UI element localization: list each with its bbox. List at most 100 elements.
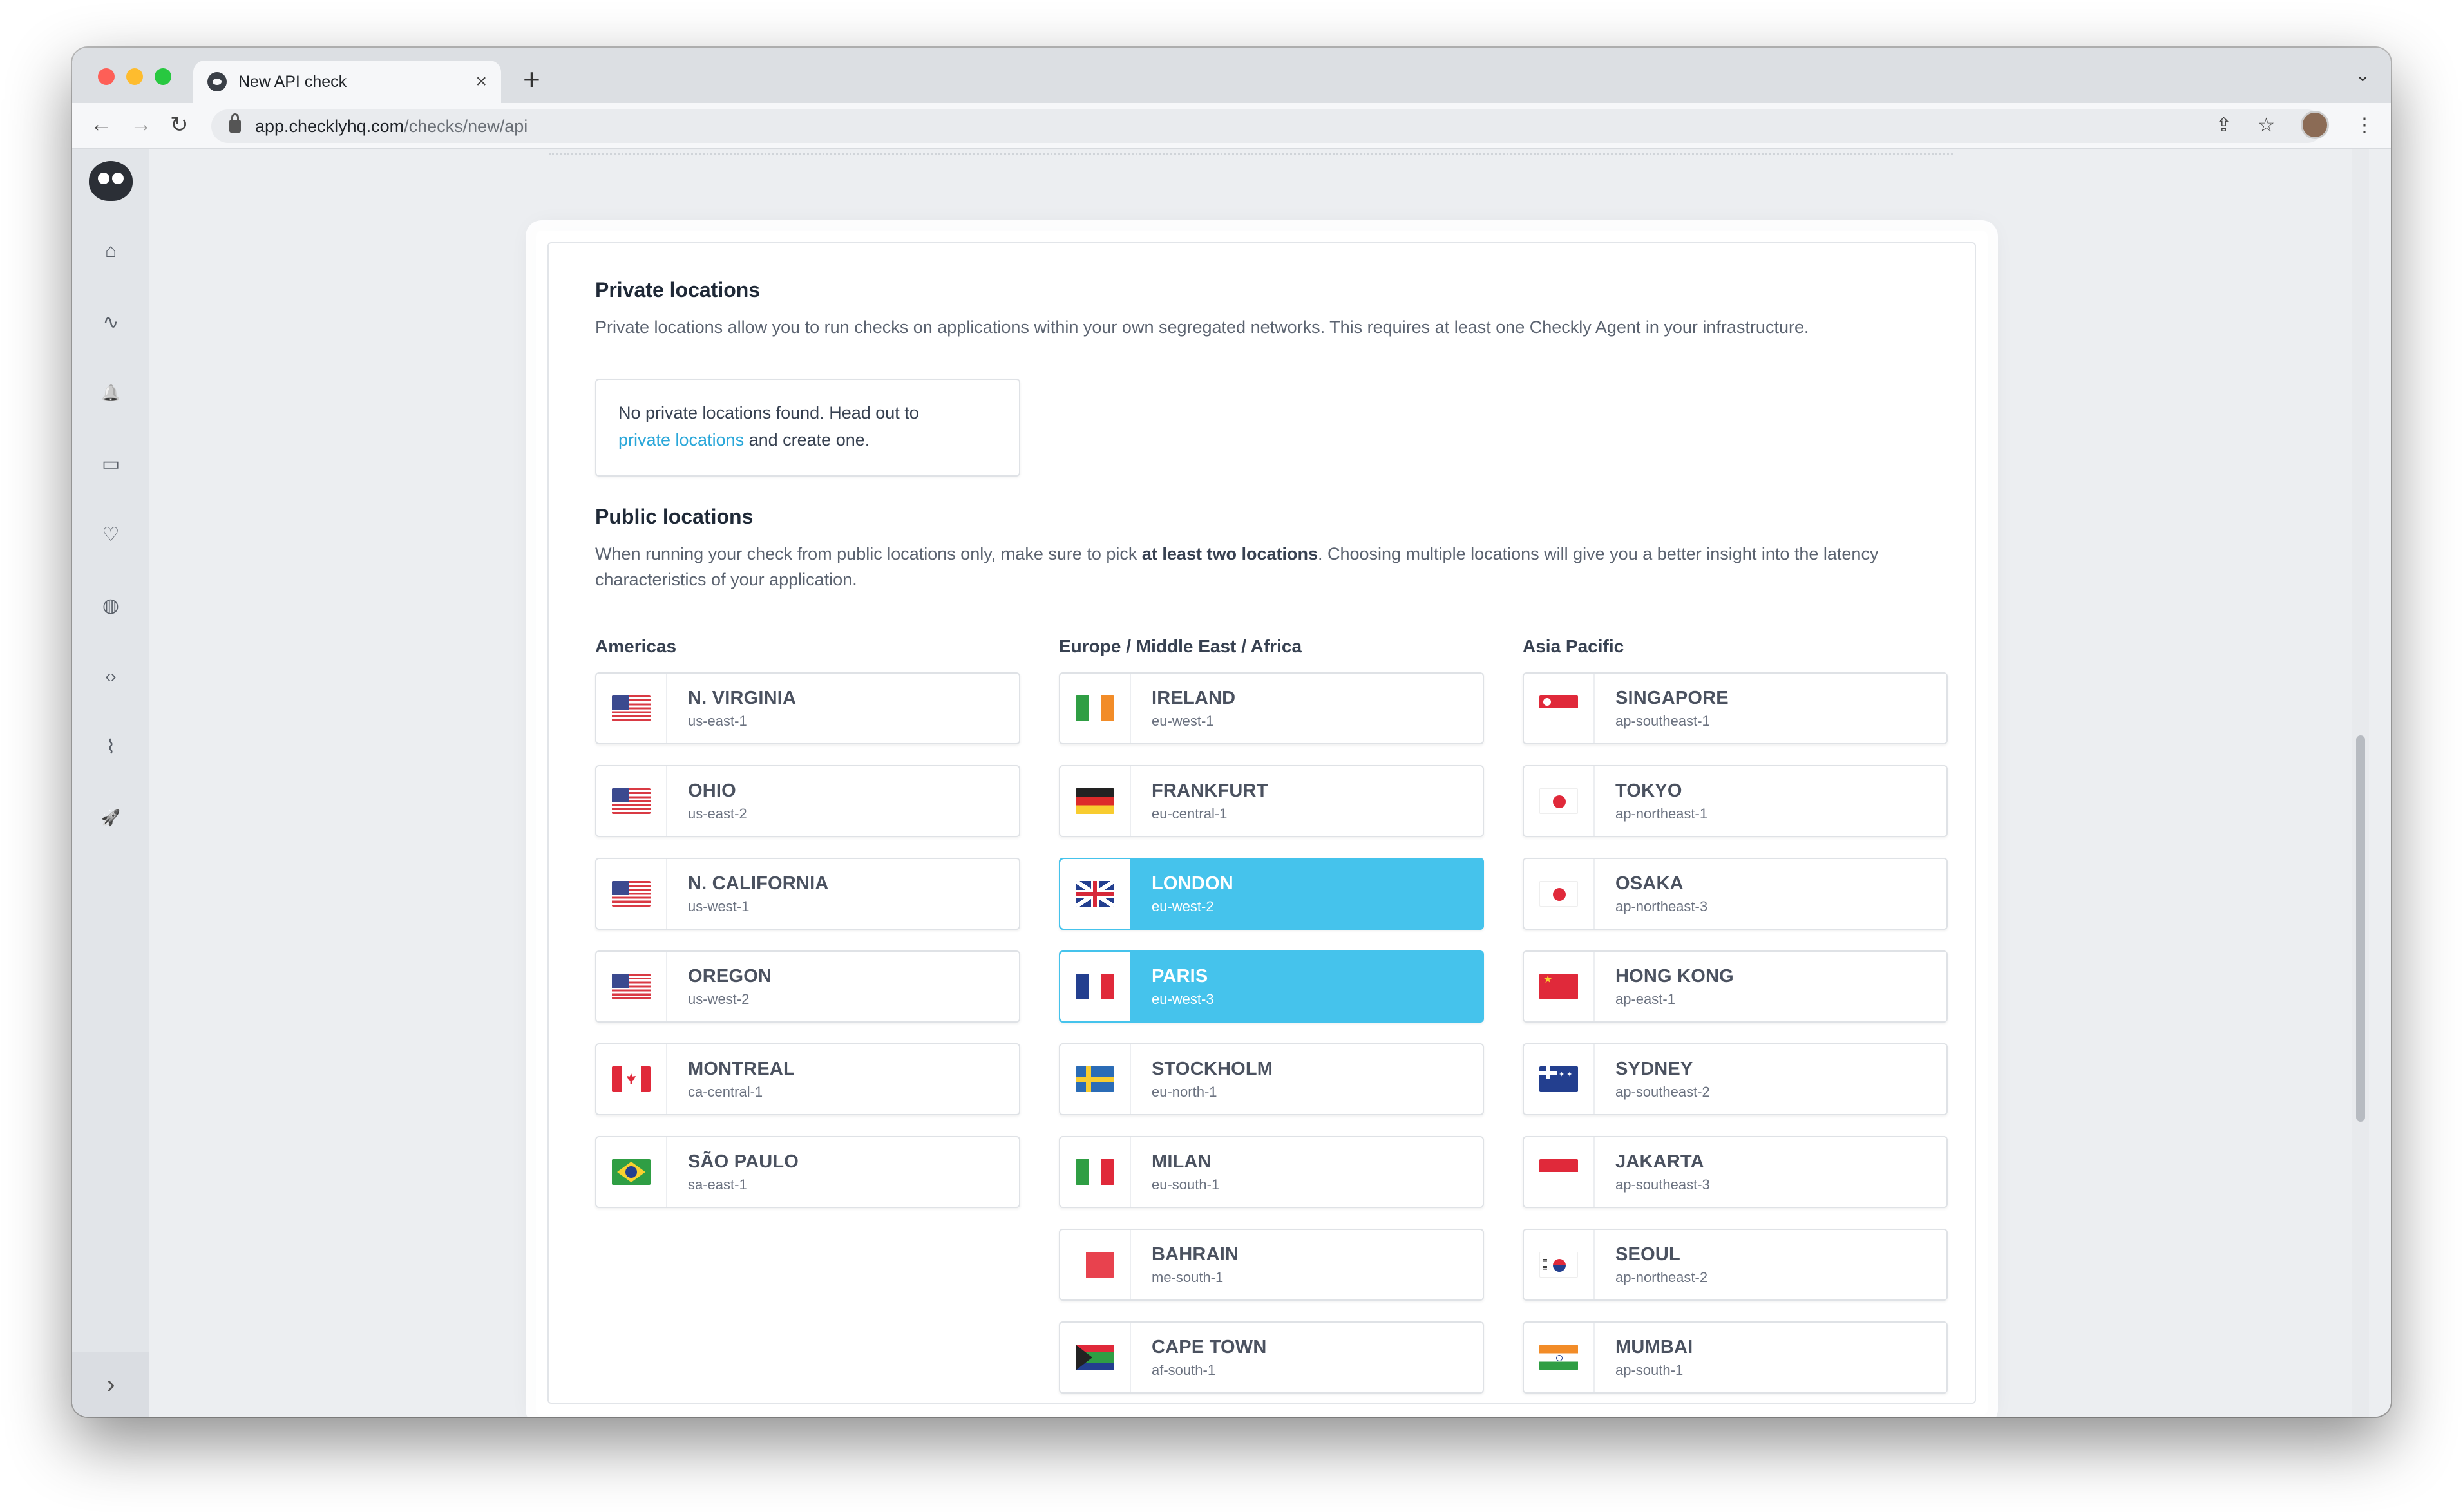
window-controls <box>98 68 171 85</box>
location-card-ap-south-1[interactable]: MUMBAI ap-south-1 <box>1523 1321 1948 1394</box>
flag-cell <box>1060 1323 1131 1392</box>
flag-de-icon <box>1076 788 1114 814</box>
location-name: CAPE TOWN <box>1152 1336 1267 1357</box>
location-text: MONTREAL ca-central-1 <box>667 1044 795 1114</box>
maximize-window-button[interactable] <box>155 68 171 85</box>
location-card-ap-east-1[interactable]: HONG KONG ap-east-1 <box>1523 950 1948 1023</box>
location-name: SYDNEY <box>1615 1058 1693 1079</box>
location-card-us-west-2[interactable]: OREGON us-west-2 <box>595 950 1020 1023</box>
minimize-window-button[interactable] <box>126 68 143 85</box>
location-card-us-east-1[interactable]: N. VIRGINIA us-east-1 <box>595 672 1020 744</box>
close-window-button[interactable] <box>98 68 115 85</box>
lock-icon <box>229 113 241 133</box>
address-bar[interactable]: app.checklyhq.com /checks/new/api <box>211 109 2324 143</box>
location-code: ap-southeast-1 <box>1615 712 1710 729</box>
location-card-ap-southeast-3[interactable]: JAKARTA ap-southeast-3 <box>1523 1136 1948 1208</box>
region-title-apac: Asia Pacific <box>1523 636 1624 656</box>
flag-cell <box>1524 1323 1595 1392</box>
forward-icon[interactable]: → <box>130 112 152 137</box>
location-text: SYDNEY ap-southeast-2 <box>1595 1044 1710 1114</box>
location-text: TOKYO ap-northeast-1 <box>1595 766 1707 836</box>
location-card-me-south-1[interactable]: BAHRAIN me-south-1 <box>1059 1229 1484 1301</box>
flag-au-icon <box>1539 1066 1578 1092</box>
location-card-eu-north-1[interactable]: STOCKHOLM eu-north-1 <box>1059 1043 1484 1115</box>
flag-ca-icon <box>612 1066 651 1092</box>
back-icon[interactable]: ← <box>90 112 112 137</box>
share-icon[interactable]: ⇪ <box>2216 114 2232 137</box>
location-text: OHIO us-east-2 <box>667 766 747 836</box>
location-code: eu-west-2 <box>1152 898 1214 914</box>
location-name: OSAKA <box>1615 873 1684 894</box>
location-text: SÃO PAULO sa-east-1 <box>667 1137 799 1207</box>
location-code: me-south-1 <box>1152 1269 1224 1285</box>
sidebar: ⌂ ∿ 🔔 ▭ ♡ ◍ ‹› ⌇ 🚀 › <box>72 149 149 1417</box>
divider <box>549 153 1953 155</box>
location-card-eu-south-1[interactable]: MILAN eu-south-1 <box>1059 1136 1484 1208</box>
rocket-icon[interactable]: 🚀 <box>97 804 125 832</box>
location-name: N. CALIFORNIA <box>688 873 829 894</box>
tab-search-icon[interactable]: ⌄ <box>2355 64 2370 86</box>
location-name: TOKYO <box>1615 780 1682 801</box>
sidebar-expand-button[interactable]: › <box>72 1352 149 1417</box>
location-card-eu-west-1[interactable]: IRELAND eu-west-1 <box>1059 672 1484 744</box>
new-tab-button[interactable]: + <box>523 62 540 97</box>
flag-cell <box>1524 859 1595 929</box>
profile-avatar[interactable] <box>2301 111 2329 139</box>
tab-new-api-check[interactable]: New API check × <box>193 61 501 103</box>
flag-se-icon <box>1076 1066 1114 1092</box>
private-locations-empty-state: No private locations found. Head out to … <box>595 379 1020 477</box>
flag-cn-icon <box>1539 974 1578 999</box>
flag-cell <box>596 952 667 1021</box>
location-text: MUMBAI ap-south-1 <box>1595 1323 1693 1392</box>
monitor-icon[interactable]: ▭ <box>97 449 125 478</box>
location-name: OREGON <box>688 965 772 987</box>
location-card-ap-northeast-3[interactable]: OSAKA ap-northeast-3 <box>1523 858 1948 930</box>
location-code: eu-west-1 <box>1152 712 1214 729</box>
location-card-ca-central-1[interactable]: MONTREAL ca-central-1 <box>595 1043 1020 1115</box>
private-locations-link[interactable]: private locations <box>618 430 744 449</box>
home-icon[interactable]: ⌂ <box>97 237 125 265</box>
location-card-sa-east-1[interactable]: SÃO PAULO sa-east-1 <box>595 1136 1020 1208</box>
location-code: ap-southeast-3 <box>1615 1176 1710 1193</box>
flag-cell <box>1524 674 1595 743</box>
flag-cell <box>1060 766 1131 836</box>
bell-icon[interactable]: 🔔 <box>97 379 125 407</box>
location-card-af-south-1[interactable]: CAPE TOWN af-south-1 <box>1059 1321 1484 1394</box>
activity-icon[interactable]: ∿ <box>97 308 125 336</box>
location-code: af-south-1 <box>1152 1361 1216 1378</box>
heartbeat-icon[interactable]: ♡ <box>97 520 125 549</box>
public-locations-title: Public locations <box>595 505 754 528</box>
location-card-eu-central-1[interactable]: FRANKFURT eu-central-1 <box>1059 765 1484 837</box>
location-card-ap-southeast-2[interactable]: SYDNEY ap-southeast-2 <box>1523 1043 1948 1115</box>
location-name: MUMBAI <box>1615 1336 1693 1357</box>
flag-id-icon <box>1539 1159 1578 1185</box>
tab-close-icon[interactable]: × <box>475 71 487 93</box>
scrollbar[interactable] <box>2352 149 2369 1417</box>
code-icon[interactable]: ‹› <box>97 662 125 690</box>
location-card-us-west-1[interactable]: N. CALIFORNIA us-west-1 <box>595 858 1020 930</box>
globe-icon[interactable]: ◍ <box>97 591 125 619</box>
location-code: eu-west-3 <box>1152 990 1214 1007</box>
flag-us-icon <box>612 788 651 814</box>
chart-icon[interactable]: ⌇ <box>97 733 125 761</box>
location-text: FRANKFURT eu-central-1 <box>1131 766 1268 836</box>
reload-icon[interactable]: ↻ <box>170 112 189 138</box>
flag-cell <box>1060 859 1131 929</box>
location-card-eu-west-3[interactable]: PARIS eu-west-3 <box>1059 950 1484 1023</box>
checkly-logo-icon[interactable] <box>89 161 133 201</box>
flag-br-icon <box>612 1159 651 1185</box>
browser-menu-icon[interactable]: ⋮ <box>2355 114 2374 137</box>
scrollbar-thumb[interactable] <box>2356 735 2365 1122</box>
location-card-eu-west-2[interactable]: LONDON eu-west-2 <box>1059 858 1484 930</box>
location-code: eu-central-1 <box>1152 805 1228 822</box>
location-card-ap-northeast-1[interactable]: TOKYO ap-northeast-1 <box>1523 765 1948 837</box>
location-card-ap-northeast-2[interactable]: SEOUL ap-northeast-2 <box>1523 1229 1948 1301</box>
location-card-ap-southeast-1[interactable]: SINGAPORE ap-southeast-1 <box>1523 672 1948 744</box>
location-card-us-east-2[interactable]: OHIO us-east-2 <box>595 765 1020 837</box>
location-text: BAHRAIN me-south-1 <box>1131 1230 1239 1299</box>
location-text: LONDON eu-west-2 <box>1131 859 1233 929</box>
locations-column-emea: IRELAND eu-west-1 FRANKFURT eu-central-1 LON… <box>1059 672 1484 1414</box>
location-name: STOCKHOLM <box>1152 1058 1273 1079</box>
bookmark-star-icon[interactable]: ☆ <box>2258 114 2275 137</box>
flag-us-icon <box>612 695 651 721</box>
